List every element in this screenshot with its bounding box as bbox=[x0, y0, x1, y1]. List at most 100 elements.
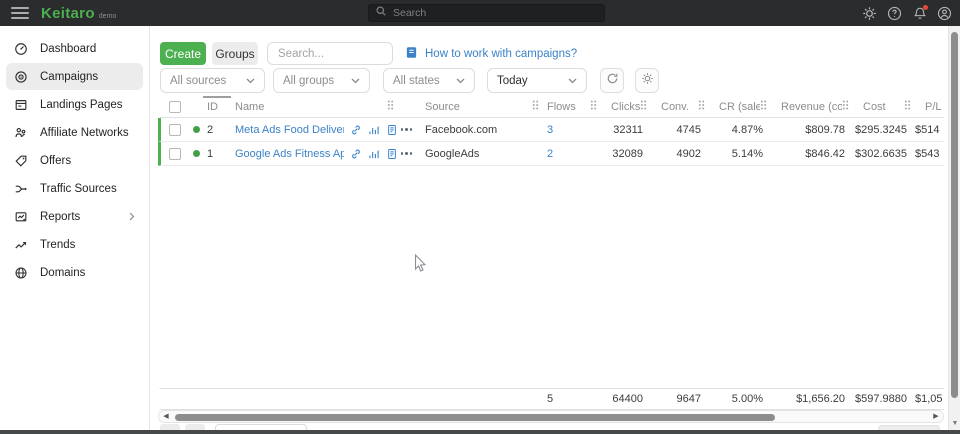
sidebar-item-label: Dashboard bbox=[40, 43, 96, 55]
filter-groups-dropdown[interactable]: All groups bbox=[273, 68, 370, 93]
campaign-report-icon[interactable] bbox=[386, 124, 398, 136]
scroll-left-arrow[interactable]: ◀ bbox=[159, 410, 173, 423]
sidebar-item-affiliate-networks[interactable]: Affiliate Networks bbox=[6, 119, 143, 146]
sidebar-item-offers[interactable]: Offers bbox=[6, 147, 143, 174]
row-checkbox[interactable] bbox=[169, 148, 181, 160]
horizontal-scroll-thumb[interactable] bbox=[175, 414, 775, 421]
select-all-cell bbox=[161, 101, 189, 113]
campaign-report-icon[interactable] bbox=[386, 148, 398, 160]
refresh-button[interactable] bbox=[600, 68, 624, 93]
campaign-search-input[interactable] bbox=[267, 42, 393, 65]
campaign-source: GoogleAds bbox=[415, 148, 543, 160]
menu-icon[interactable] bbox=[11, 7, 29, 19]
flows-link[interactable]: 3 bbox=[543, 124, 601, 136]
horizontal-scroll-track[interactable] bbox=[173, 411, 929, 422]
chevron-down-icon bbox=[246, 75, 255, 87]
filter-date-dropdown[interactable]: Today bbox=[487, 68, 587, 93]
sidebar-item-label: Offers bbox=[40, 155, 71, 167]
main-content: Create Groups How to work with campaigns… bbox=[150, 26, 948, 434]
campaign-link-icon[interactable] bbox=[350, 124, 362, 136]
global-search-input[interactable] bbox=[393, 7, 598, 19]
summary-revenue: $1,656.20 bbox=[771, 393, 853, 405]
account-icon[interactable] bbox=[937, 6, 952, 21]
column-header-source[interactable]: Source bbox=[415, 96, 543, 117]
drag-handle-icon[interactable] bbox=[698, 100, 705, 113]
campaign-name-link[interactable]: Google Ads Fitness App Split bbox=[235, 148, 344, 160]
campaign-link-icon[interactable] bbox=[350, 148, 362, 160]
sidebar-item-dashboard[interactable]: Dashboard bbox=[6, 35, 143, 62]
column-header-conv[interactable]: Conv. bbox=[651, 96, 709, 117]
sidebar-item-trends[interactable]: Trends bbox=[6, 231, 143, 258]
conv-value: 4902 bbox=[651, 148, 709, 160]
notification-dot bbox=[923, 5, 928, 10]
scroll-right-arrow[interactable]: ▶ bbox=[929, 410, 943, 423]
affiliate-networks-icon bbox=[14, 126, 28, 140]
campaign-id: 1 bbox=[203, 148, 233, 160]
reports-icon bbox=[14, 210, 28, 224]
campaign-id: 2 bbox=[203, 124, 233, 136]
column-header-cr[interactable]: CR (sales) bbox=[709, 96, 771, 117]
sidebar-item-domains[interactable]: Domains bbox=[6, 259, 143, 286]
filter-sources-dropdown[interactable]: All sources bbox=[160, 68, 265, 93]
table-row: 2 Meta Ads Food Delivery Promo Facebook.… bbox=[158, 118, 944, 142]
drag-handle-icon[interactable] bbox=[904, 100, 911, 113]
column-header-flows[interactable]: Flows bbox=[543, 96, 601, 117]
sidebar-item-reports[interactable]: Reports bbox=[6, 203, 143, 230]
chevron-right-icon bbox=[129, 212, 135, 221]
cost-value: $302.6635 bbox=[853, 148, 915, 160]
sidebar-item-traffic-sources[interactable]: Traffic Sources bbox=[6, 175, 143, 202]
table-settings-button[interactable] bbox=[635, 68, 659, 93]
help-article-link[interactable]: How to work with campaigns? bbox=[405, 42, 577, 65]
table-empty-area bbox=[158, 166, 944, 388]
drag-handle-icon[interactable] bbox=[387, 100, 394, 113]
sidebar-item-campaigns[interactable]: Campaigns bbox=[6, 63, 143, 90]
drag-handle-icon[interactable] bbox=[842, 100, 849, 113]
campaign-stats-icon[interactable] bbox=[368, 124, 380, 136]
topbar: Keitaro demo bbox=[0, 0, 960, 26]
column-header-revenue[interactable]: Revenue (con… bbox=[771, 96, 853, 117]
column-header-id[interactable]: ID bbox=[203, 96, 233, 117]
cr-value: 5.14% bbox=[709, 148, 771, 160]
flows-link[interactable]: 2 bbox=[543, 148, 601, 160]
scroll-down-arrow[interactable]: ▼ bbox=[949, 418, 960, 430]
sidebar-item-landings-pages[interactable]: Landings Pages bbox=[6, 91, 143, 118]
create-button[interactable]: Create bbox=[160, 42, 206, 65]
drag-handle-icon[interactable] bbox=[532, 100, 539, 113]
filter-states-dropdown[interactable]: All states bbox=[383, 68, 475, 93]
summary-flows: 5 bbox=[543, 393, 601, 405]
column-header-cost[interactable]: Cost bbox=[853, 96, 915, 117]
summary-cost: $597.9880 bbox=[853, 393, 915, 405]
trends-icon bbox=[14, 238, 28, 252]
campaign-stats-icon[interactable] bbox=[368, 148, 380, 160]
status-active-dot bbox=[193, 126, 200, 133]
sidebar: Dashboard Campaigns Landings Pages Affil… bbox=[0, 26, 150, 434]
sidebar-item-label: Traffic Sources bbox=[40, 183, 117, 195]
global-search[interactable] bbox=[368, 4, 605, 22]
vertical-scroll-thumb[interactable] bbox=[951, 32, 958, 398]
table-summary-row: 5 64400 9647 5.00% $1,656.20 $597.9880 $… bbox=[158, 388, 944, 410]
bell-icon[interactable] bbox=[912, 6, 927, 21]
drag-handle-icon[interactable] bbox=[760, 100, 767, 113]
column-header-clicks[interactable]: Clicks bbox=[601, 96, 651, 117]
select-all-checkbox[interactable] bbox=[169, 101, 181, 113]
column-header-pl[interactable]: P/L ( bbox=[915, 96, 944, 117]
more-actions-icon[interactable] bbox=[401, 152, 413, 155]
landings-icon bbox=[14, 98, 28, 112]
row-checkbox[interactable] bbox=[169, 124, 181, 136]
sidebar-item-label: Campaigns bbox=[40, 71, 98, 83]
app-logo[interactable]: Keitaro demo bbox=[41, 5, 116, 22]
campaign-name-link[interactable]: Meta Ads Food Delivery Promo bbox=[235, 124, 344, 136]
groups-button[interactable]: Groups bbox=[212, 42, 258, 65]
chevron-down-icon bbox=[351, 75, 360, 87]
drag-handle-icon[interactable] bbox=[640, 100, 647, 113]
drag-handle-icon[interactable] bbox=[590, 100, 597, 113]
column-header-name[interactable]: Name bbox=[233, 96, 398, 117]
summary-clicks: 64400 bbox=[601, 393, 651, 405]
more-actions-icon[interactable] bbox=[401, 128, 413, 131]
logo-text: Keitaro bbox=[41, 5, 95, 22]
help-icon[interactable] bbox=[887, 6, 902, 21]
campaigns-icon bbox=[14, 70, 28, 84]
gear-icon bbox=[641, 72, 654, 90]
traffic-sources-icon bbox=[14, 182, 28, 196]
gear-icon[interactable] bbox=[862, 6, 877, 21]
